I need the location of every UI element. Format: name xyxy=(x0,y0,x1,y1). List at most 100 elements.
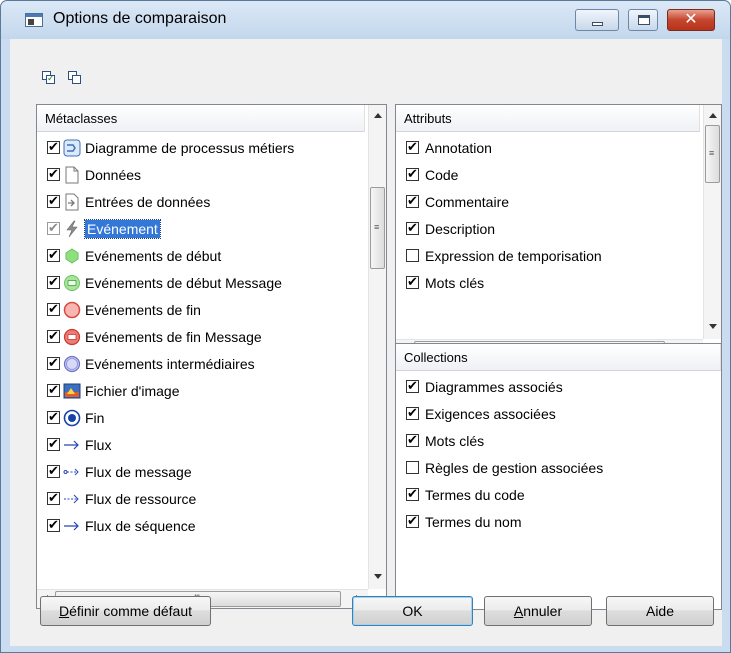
close-icon: ✕ xyxy=(684,11,698,28)
attributes-item[interactable]: Code xyxy=(396,161,700,188)
process-diagram-icon xyxy=(63,139,81,157)
metaclasses-checkbox[interactable] xyxy=(47,490,60,506)
resource-flow-icon xyxy=(63,490,81,508)
attributes-checkbox[interactable] xyxy=(406,220,419,236)
start-message-event-icon xyxy=(63,274,81,292)
metaclasses-item[interactable]: Evénement xyxy=(37,215,365,242)
metaclasses-item[interactable]: Flux de ressource xyxy=(37,485,365,512)
help-label: Aide xyxy=(645,603,675,619)
collections-checkbox[interactable] xyxy=(406,513,419,529)
comparison-options-dialog: Options de comparaison ✕ Métaclasses Dia… xyxy=(0,0,731,653)
metaclasses-checkbox[interactable] xyxy=(47,301,60,317)
metaclasses-item-label: Evénements de fin Message xyxy=(85,328,262,345)
metaclasses-checkbox[interactable] xyxy=(47,436,60,452)
metaclasses-item[interactable]: Entrées de données xyxy=(37,188,365,215)
collections-item[interactable]: Termes du code xyxy=(396,481,721,508)
collections-list: Diagrammes associés Exigences associées Mo… xyxy=(396,373,721,535)
metaclasses-checkbox[interactable] xyxy=(47,355,60,371)
scroll-up-icon[interactable] xyxy=(374,113,382,118)
close-button[interactable]: ✕ xyxy=(667,9,715,31)
attributes-item[interactable]: Commentaire xyxy=(396,188,700,215)
set-as-default-button[interactable]: Définir comme défaut xyxy=(40,596,211,626)
ok-button[interactable]: OK xyxy=(352,596,473,626)
attributes-item-label: Expression de temporisation xyxy=(425,247,602,264)
lightning-icon xyxy=(63,220,81,238)
attributes-item[interactable]: Expression de temporisation xyxy=(396,242,700,269)
help-button[interactable]: Aide xyxy=(606,596,714,626)
metaclasses-checkbox[interactable] xyxy=(47,517,60,533)
metaclasses-checkbox[interactable] xyxy=(47,247,60,263)
attributes-header[interactable]: Attributs xyxy=(396,105,700,132)
metaclasses-checkbox[interactable] xyxy=(47,274,60,290)
collections-checkbox[interactable] xyxy=(406,405,419,421)
metaclasses-item[interactable]: Fin xyxy=(37,404,365,431)
cancel-button[interactable]: Annuler xyxy=(484,596,592,626)
metaclasses-checkbox[interactable] xyxy=(47,139,60,155)
collections-item-label: Exigences associées xyxy=(425,405,556,422)
metaclasses-item[interactable]: Evénements de début xyxy=(37,242,365,269)
attributes-checkbox[interactable] xyxy=(406,249,419,262)
metaclasses-item[interactable]: Flux xyxy=(37,431,365,458)
deselect-all-icon[interactable] xyxy=(68,71,82,85)
scroll-thumb[interactable]: ≡ xyxy=(370,187,385,269)
metaclasses-item[interactable]: Diagramme de processus métiers xyxy=(37,134,365,161)
metaclasses-checkbox[interactable] xyxy=(47,382,60,398)
collections-item[interactable]: Règles de gestion associées xyxy=(396,454,721,481)
maximize-icon xyxy=(638,15,650,25)
attributes-vertical-scrollbar[interactable]: ≡ xyxy=(703,105,721,339)
attributes-item-label: Description xyxy=(425,220,496,237)
attributes-item[interactable]: Annotation xyxy=(396,134,700,161)
metaclasses-vertical-scrollbar[interactable]: ≡ xyxy=(368,105,386,589)
maximize-button[interactable] xyxy=(628,9,658,31)
metaclasses-item[interactable]: Fichier d'image xyxy=(37,377,365,404)
metaclasses-item[interactable]: Evénements de fin xyxy=(37,296,365,323)
metaclasses-checkbox[interactable] xyxy=(47,193,60,209)
metaclasses-item[interactable]: Evénements intermédiaires xyxy=(37,350,365,377)
image-file-icon xyxy=(63,382,81,400)
title-bar[interactable]: Options de comparaison ✕ xyxy=(1,1,730,39)
collections-header[interactable]: Collections xyxy=(396,344,721,371)
metaclasses-item[interactable]: Evénements de début Message xyxy=(37,269,365,296)
minimize-button[interactable] xyxy=(575,9,619,31)
collections-checkbox[interactable] xyxy=(406,486,419,502)
metaclasses-header[interactable]: Métaclasses xyxy=(37,105,365,132)
collections-item[interactable]: Termes du nom xyxy=(396,508,721,535)
flow-arrow-icon xyxy=(63,436,81,454)
collections-item[interactable]: Mots clés xyxy=(396,427,721,454)
attributes-item[interactable]: Mots clés xyxy=(396,269,700,296)
attributes-checkbox[interactable] xyxy=(406,193,419,209)
metaclasses-item-label: Evénements intermédiaires xyxy=(85,355,255,372)
metaclasses-checkbox[interactable] xyxy=(47,409,60,425)
collections-item-label: Mots clés xyxy=(425,432,485,449)
metaclasses-item[interactable]: Données xyxy=(37,161,365,188)
metaclasses-item[interactable]: Flux de séquence xyxy=(37,512,365,539)
metaclasses-item-label: Entrées de données xyxy=(85,193,211,210)
scroll-up-icon[interactable] xyxy=(709,113,717,118)
metaclasses-list: Diagramme de processus métiers Données Ent… xyxy=(37,134,365,590)
collections-item[interactable]: Exigences associées xyxy=(396,400,721,427)
attributes-checkbox[interactable] xyxy=(406,274,419,290)
attributes-item[interactable]: Description xyxy=(396,215,700,242)
collections-checkbox[interactable] xyxy=(406,461,419,474)
attributes-checkbox[interactable] xyxy=(406,139,419,155)
collections-checkbox[interactable] xyxy=(406,378,419,394)
window-icon xyxy=(25,13,43,27)
collections-checkbox[interactable] xyxy=(406,432,419,448)
metaclasses-checkbox[interactable] xyxy=(47,220,60,236)
attributes-item-label: Code xyxy=(425,166,459,183)
attributes-checkbox[interactable] xyxy=(406,166,419,182)
scroll-thumb[interactable]: ≡ xyxy=(705,125,720,183)
scroll-down-icon[interactable] xyxy=(374,574,382,579)
set-as-default-label: éfinir comme défaut xyxy=(69,603,193,619)
metaclasses-item-label: Evénement xyxy=(84,218,161,239)
attributes-panel: Attributs Annotation Code Commentaire Descr… xyxy=(395,104,722,359)
metaclasses-checkbox[interactable] xyxy=(47,166,60,182)
metaclasses-item[interactable]: Evénements de fin Message xyxy=(37,323,365,350)
metaclasses-checkbox[interactable] xyxy=(47,328,60,344)
collections-item[interactable]: Diagrammes associés xyxy=(396,373,721,400)
select-all-icon[interactable] xyxy=(42,71,56,85)
scroll-down-icon[interactable] xyxy=(709,324,717,329)
metaclasses-checkbox[interactable] xyxy=(47,463,60,479)
metaclasses-item-label: Flux de ressource xyxy=(85,490,197,507)
metaclasses-item[interactable]: Flux de message xyxy=(37,458,365,485)
